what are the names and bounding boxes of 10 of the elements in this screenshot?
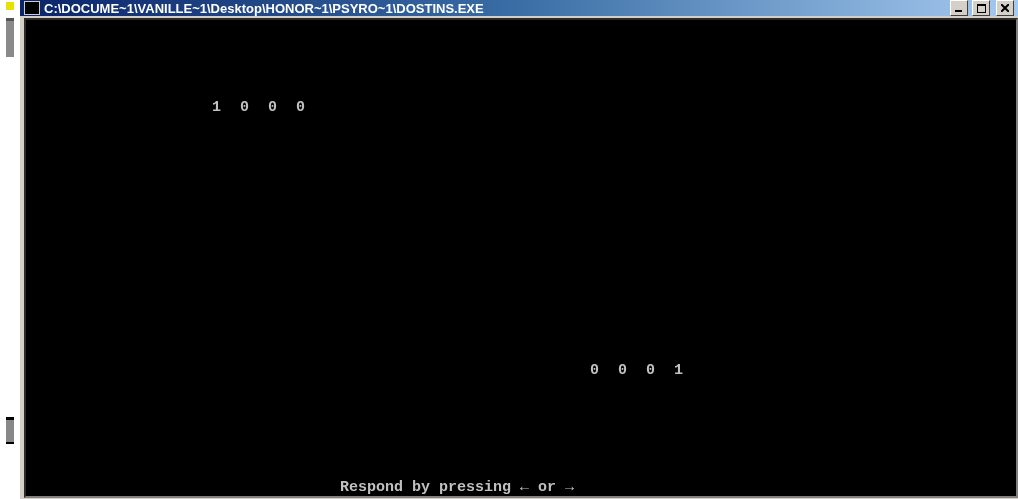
maximize-icon [976,3,986,13]
desktop-icon [6,2,14,10]
minimize-button[interactable] [950,0,968,16]
close-icon [1001,4,1009,12]
close-button[interactable] [996,0,1014,16]
window-title: C:\DOCUME~1\VANILLE~1\Desktop\HONOR~1\PSYRO~1\DOSTINS.EXE [44,0,485,16]
maximize-button[interactable] [972,0,990,16]
pattern-text: 0 0 0 1 [590,362,683,379]
pattern-text: 1 0 0 0 [212,99,305,116]
prompt-text: Respond by pressing ← or → [340,479,575,496]
